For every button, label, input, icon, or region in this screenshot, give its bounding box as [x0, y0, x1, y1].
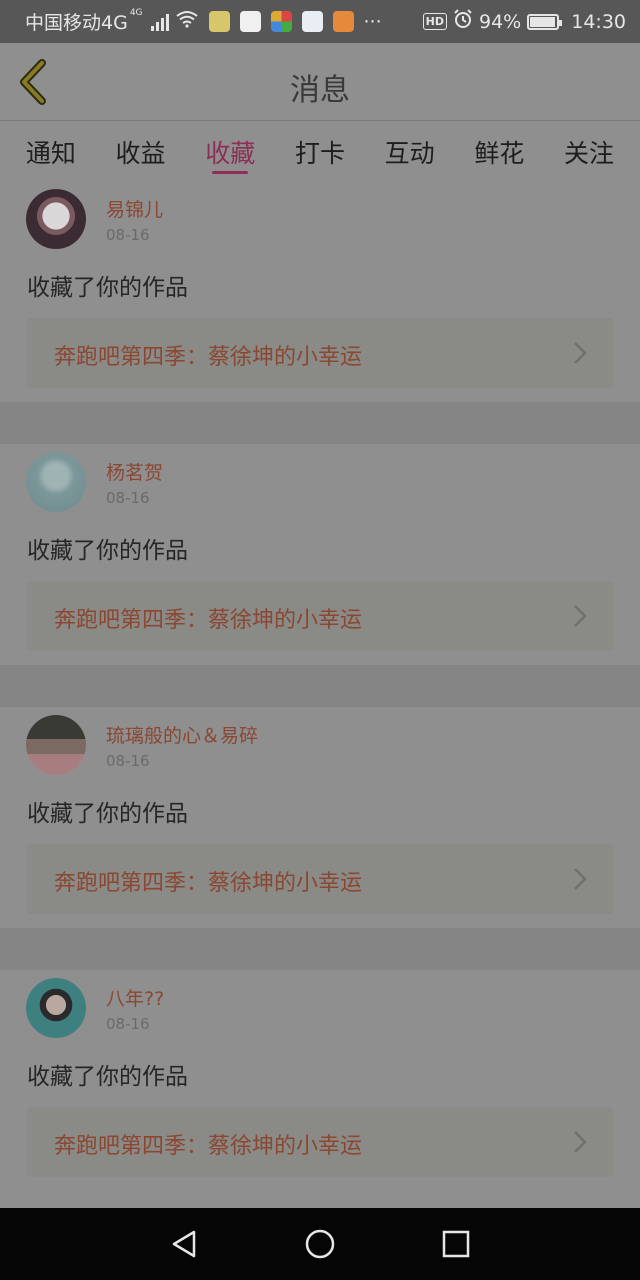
- square-recents-icon: [442, 1230, 470, 1258]
- signal-icon: [150, 13, 169, 31]
- weather-icon: [208, 11, 230, 32]
- wifi-icon: [175, 10, 199, 33]
- work-title: 奔跑吧第四季：蔡徐坤的小幸运: [54, 1134, 363, 1159]
- nav-recents-button[interactable]: [388, 1208, 524, 1280]
- clock: 14:30: [571, 10, 626, 33]
- active-tab-indicator: [212, 171, 249, 174]
- nav-home-button[interactable]: [252, 1208, 388, 1280]
- message-date: 08-16: [106, 226, 150, 244]
- app-header: 消息: [0, 43, 640, 121]
- tab-checkin[interactable]: 打卡: [280, 121, 360, 181]
- username[interactable]: 琉璃般的心＆易碎: [106, 721, 258, 748]
- chevron-right-icon: [574, 605, 587, 627]
- message-card: 琉璃般的心＆易碎 08-16 收藏了你的作品 奔跑吧第四季：蔡徐坤的小幸运: [0, 707, 640, 928]
- tab-interactions[interactable]: 互动: [370, 121, 450, 181]
- battery-percent: 94%: [479, 10, 522, 33]
- tab-label: 通知: [25, 139, 76, 168]
- tab-label: 互动: [384, 139, 435, 168]
- tab-label: 关注: [564, 139, 615, 168]
- username[interactable]: 八年??: [106, 984, 164, 1011]
- chevron-right-icon: [574, 868, 587, 890]
- more-notifications-icon: ···: [363, 10, 382, 33]
- card-separator: [0, 665, 640, 707]
- message-date: 08-16: [106, 1015, 150, 1033]
- card-separator: [0, 402, 640, 444]
- avatar[interactable]: [26, 189, 86, 249]
- hd-icon: HD: [422, 13, 447, 30]
- message-action: 收藏了你的作品: [27, 275, 188, 301]
- message-card: 易锦儿 08-16 收藏了你的作品 奔跑吧第四季：蔡徐坤的小幸运: [0, 181, 640, 402]
- message-action: 收藏了你的作品: [27, 801, 188, 827]
- message-date: 08-16: [106, 489, 150, 507]
- tab-label: 打卡: [294, 139, 345, 168]
- avatar[interactable]: [26, 978, 86, 1038]
- uc-browser-icon: [332, 11, 354, 32]
- battery-icon: [527, 13, 563, 30]
- work-link[interactable]: 奔跑吧第四季：蔡徐坤的小幸运: [27, 1107, 613, 1177]
- work-link[interactable]: 奔跑吧第四季：蔡徐坤的小幸运: [27, 581, 613, 651]
- username[interactable]: 易锦儿: [106, 195, 163, 222]
- page-title: 消息: [290, 73, 350, 108]
- tab-earnings[interactable]: 收益: [101, 121, 181, 181]
- message-list: 易锦儿 08-16 收藏了你的作品 奔跑吧第四季：蔡徐坤的小幸运 杨茗贺 08-…: [0, 181, 640, 1191]
- network-badge: 4G: [129, 8, 143, 18]
- tab-notifications[interactable]: 通知: [11, 121, 91, 181]
- system-nav-bar: [0, 1208, 640, 1280]
- chevron-right-icon: [574, 342, 587, 364]
- message-card: 八年?? 08-16 收藏了你的作品 奔跑吧第四季：蔡徐坤的小幸运: [0, 970, 640, 1191]
- triangle-back-icon: [172, 1230, 196, 1258]
- carrier-label: 中国移动4G: [25, 12, 128, 34]
- message-action: 收藏了你的作品: [27, 1064, 188, 1090]
- alarm-icon: [453, 9, 473, 34]
- chevron-right-icon: [574, 1131, 587, 1153]
- work-link[interactable]: 奔跑吧第四季：蔡徐坤的小幸运: [27, 844, 613, 914]
- tab-label: 鲜花: [474, 139, 525, 168]
- nav-back-button[interactable]: [116, 1208, 252, 1280]
- tab-label: 收益: [115, 139, 166, 168]
- message-date: 08-16: [106, 752, 150, 770]
- work-link[interactable]: 奔跑吧第四季：蔡徐坤的小幸运: [27, 318, 613, 388]
- status-bar: 中国移动4G 4G ··· HD 94% 14:30: [0, 0, 640, 43]
- tab-follows[interactable]: 关注: [549, 121, 629, 181]
- card-separator: [0, 928, 640, 970]
- tab-label: 收藏: [205, 139, 256, 168]
- message-action: 收藏了你的作品: [27, 538, 188, 564]
- work-title: 奔跑吧第四季：蔡徐坤的小幸运: [54, 871, 363, 896]
- tab-favorites[interactable]: 收藏: [190, 121, 270, 181]
- tab-bar: 通知 收益 收藏 打卡 互动 鲜花 关注: [0, 121, 640, 181]
- circle-home-icon: [305, 1229, 335, 1259]
- avatar[interactable]: [26, 715, 86, 775]
- username[interactable]: 杨茗贺: [106, 458, 163, 485]
- work-title: 奔跑吧第四季：蔡徐坤的小幸运: [54, 608, 363, 633]
- tab-flowers[interactable]: 鲜花: [459, 121, 539, 181]
- colorful-app-icon: [270, 11, 292, 32]
- message-card: 杨茗贺 08-16 收藏了你的作品 奔跑吧第四季：蔡徐坤的小幸运: [0, 444, 640, 665]
- work-title: 奔跑吧第四季：蔡徐坤的小幸运: [54, 345, 363, 370]
- avatar[interactable]: [26, 452, 86, 512]
- baidu-icon: [239, 11, 261, 32]
- blue-app-icon: [301, 11, 323, 32]
